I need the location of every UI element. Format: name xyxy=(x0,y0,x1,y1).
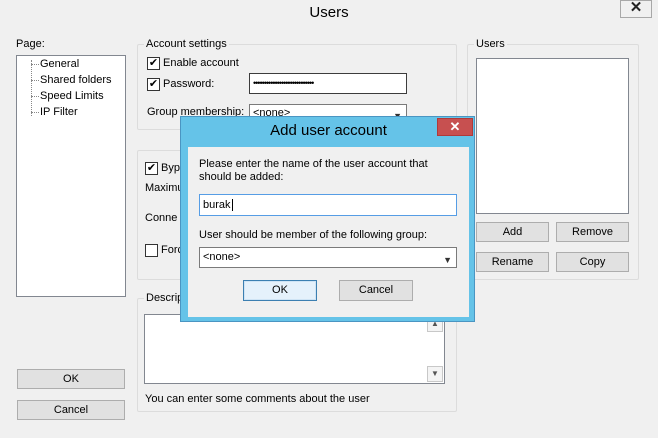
group-prompt: User should be member of the following g… xyxy=(199,229,428,241)
bypass-checkbox[interactable]: ✔ xyxy=(145,162,158,175)
tree-item-general[interactable]: General xyxy=(40,58,79,70)
tree-item-shared-folders[interactable]: Shared folders xyxy=(40,74,112,86)
group-select-value: <none> xyxy=(203,251,241,263)
add-user-button[interactable]: Add xyxy=(476,222,549,242)
account-settings-title: Account settings xyxy=(144,38,229,50)
ok-button[interactable]: OK xyxy=(17,369,125,389)
password-checkbox[interactable]: ✔ xyxy=(147,78,160,91)
remove-user-button[interactable]: Remove xyxy=(556,222,629,242)
scroll-down-icon[interactable]: ▼ xyxy=(427,366,443,382)
tree-branch xyxy=(31,96,39,97)
group-select[interactable]: <none> ▼ xyxy=(199,247,457,268)
password-label: Password: xyxy=(163,78,215,90)
tree-branch xyxy=(31,80,39,81)
dialog-title: Add user account xyxy=(270,122,387,139)
dialog-ok-button[interactable]: OK xyxy=(243,280,317,301)
dialog-cancel-button[interactable]: Cancel xyxy=(339,280,413,301)
force-checkbox[interactable] xyxy=(145,244,158,257)
copy-user-button[interactable]: Copy xyxy=(556,252,629,272)
close-icon: ✕ xyxy=(629,0,643,16)
users-list[interactable] xyxy=(476,58,629,214)
users-title: Users xyxy=(474,38,507,50)
description-textarea[interactable]: ▲ ▼ xyxy=(144,314,445,384)
username-input[interactable]: burak xyxy=(199,194,457,216)
chevron-down-icon: ▼ xyxy=(443,255,452,265)
description-hint: You can enter some comments about the us… xyxy=(145,393,370,405)
text-cursor xyxy=(231,199,233,211)
password-field[interactable]: •••••••••••••••••••••••••••• xyxy=(249,73,407,94)
rename-user-button[interactable]: Rename xyxy=(476,252,549,272)
tree-connector xyxy=(31,60,32,116)
add-user-dialog: Add user account ✕ Please enter the name… xyxy=(180,116,475,322)
dialog-body: Please enter the name of the user accoun… xyxy=(188,147,469,317)
tree-branch xyxy=(31,64,39,65)
page-label: Page: xyxy=(16,38,45,50)
maximum-label: Maximu xyxy=(145,182,184,194)
cancel-button[interactable]: Cancel xyxy=(17,400,125,420)
close-icon: ✕ xyxy=(449,119,461,134)
dialog-prompt: Please enter the name of the user accoun… xyxy=(199,158,428,183)
enable-account-label: Enable account xyxy=(163,57,239,69)
window-title: Users xyxy=(309,4,349,21)
tree-item-ip-filter[interactable]: IP Filter xyxy=(40,106,78,118)
dialog-close-button[interactable]: ✕ xyxy=(437,118,473,136)
tree-item-speed-limits[interactable]: Speed Limits xyxy=(40,90,104,102)
enable-account-checkbox[interactable]: ✔ xyxy=(147,57,160,70)
tree-branch xyxy=(31,112,39,113)
connection-label: Conne xyxy=(145,212,178,224)
window-close-button[interactable]: ✕ xyxy=(620,0,652,18)
username-value: burak xyxy=(203,199,231,211)
